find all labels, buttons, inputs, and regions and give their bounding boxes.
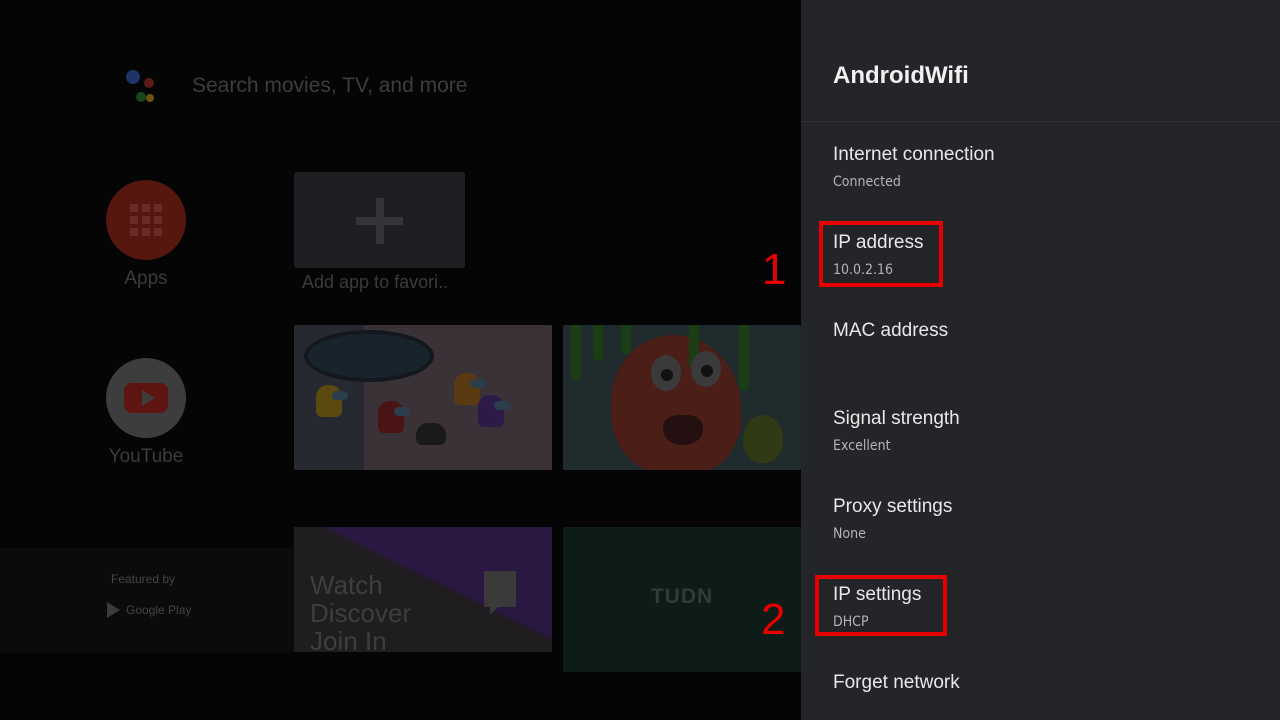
annotation-box-ip-address bbox=[819, 221, 943, 287]
search-placeholder: Search movies, TV, and more bbox=[192, 74, 468, 97]
twitch-tagline: Watch Discover Join In bbox=[310, 570, 412, 652]
featured-by-label: Featured by bbox=[111, 572, 176, 586]
google-play-label: Google Play bbox=[126, 603, 192, 617]
add-app-to-favorites-button[interactable] bbox=[294, 172, 465, 268]
mac-address-item[interactable]: MAC address bbox=[833, 319, 1253, 349]
google-play-icon bbox=[107, 602, 120, 618]
youtube-label: YouTube bbox=[108, 446, 184, 467]
item-title: Forget network bbox=[833, 672, 960, 693]
annotation-number: 1 bbox=[762, 245, 787, 294]
item-title: MAC address bbox=[833, 320, 949, 341]
item-title: Proxy settings bbox=[833, 496, 953, 517]
add-app-label: Add app to favori.. bbox=[302, 272, 449, 292]
item-title: Internet connection bbox=[833, 144, 995, 165]
home-screen-dimmed: Search movies, TV, and more Apps YouTube… bbox=[0, 0, 801, 720]
twitch-featured-card[interactable]: Watch Discover Join In bbox=[294, 527, 552, 652]
search-bar[interactable]: Search movies, TV, and more bbox=[120, 60, 467, 112]
apps-grid-icon bbox=[106, 180, 186, 260]
internet-connection-item[interactable]: Internet connection Connected bbox=[833, 143, 1253, 191]
youtube-icon bbox=[106, 358, 186, 438]
twitch-icon bbox=[484, 571, 516, 615]
item-value: None bbox=[833, 526, 866, 542]
panel-header: AndroidWifi bbox=[801, 0, 1280, 122]
youtube-tile[interactable]: YouTube bbox=[100, 358, 192, 468]
item-value: Connected bbox=[833, 174, 901, 190]
network-name-title: AndroidWifi bbox=[833, 62, 969, 89]
google-assistant-icon[interactable] bbox=[120, 64, 164, 108]
signal-strength-item[interactable]: Signal strength Excellent bbox=[833, 407, 1253, 455]
video-thumbnail[interactable] bbox=[563, 325, 801, 470]
forget-network-item[interactable]: Forget network bbox=[833, 671, 1253, 695]
proxy-settings-item[interactable]: Proxy settings None bbox=[833, 495, 1253, 543]
annotation-number: 2 bbox=[761, 595, 786, 644]
item-value: Excellent bbox=[833, 438, 891, 454]
featured-row-header bbox=[0, 548, 294, 653]
video-thumbnail[interactable] bbox=[294, 325, 552, 470]
apps-tile[interactable]: Apps bbox=[100, 180, 192, 290]
item-title: Signal strength bbox=[833, 408, 960, 429]
apps-label: Apps bbox=[124, 268, 168, 289]
annotation-box-ip-settings bbox=[815, 575, 947, 636]
google-play-badge: Google Play bbox=[107, 602, 191, 618]
